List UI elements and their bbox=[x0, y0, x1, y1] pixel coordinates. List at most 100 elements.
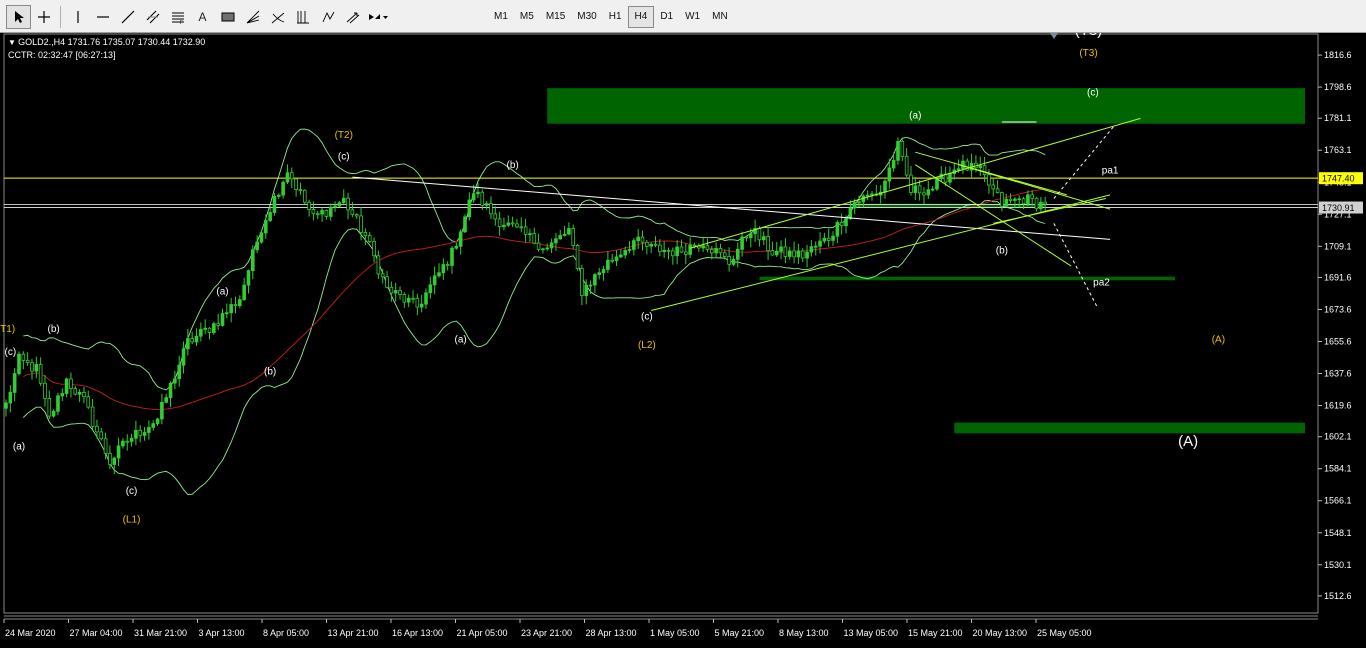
candle-body bbox=[8, 392, 13, 404]
crosshair-icon[interactable] bbox=[31, 5, 56, 29]
candle-body bbox=[831, 235, 835, 241]
candle-body bbox=[1008, 198, 1013, 201]
wave-label: (c) bbox=[338, 151, 350, 162]
candle-body bbox=[1013, 198, 1017, 201]
vertical-line-icon[interactable] bbox=[65, 5, 90, 29]
x-tick-label: 21 Apr 05:00 bbox=[457, 628, 508, 638]
arrow-lines-icon[interactable] bbox=[340, 5, 365, 29]
candle-body bbox=[346, 197, 350, 211]
timeframe-h4[interactable]: H4 bbox=[627, 5, 655, 28]
candle-body bbox=[545, 247, 550, 250]
fib-expansion-icon[interactable] bbox=[315, 5, 340, 29]
text-label-glyph: A bbox=[198, 9, 207, 24]
candle-body bbox=[865, 194, 870, 197]
candle-body bbox=[82, 391, 86, 398]
candle-body bbox=[311, 209, 316, 215]
candle-body bbox=[77, 391, 82, 395]
candle-body bbox=[506, 222, 511, 226]
wave-label: (b) bbox=[48, 324, 60, 335]
timeframe-w1[interactable]: W1 bbox=[679, 6, 706, 28]
candle-body bbox=[298, 189, 303, 191]
candle-body bbox=[415, 297, 420, 308]
fib-arc-icon[interactable] bbox=[265, 5, 290, 29]
candle-body bbox=[90, 406, 95, 427]
trendline bbox=[1053, 125, 1115, 199]
candle-body bbox=[848, 207, 853, 219]
candle-body bbox=[207, 327, 212, 333]
candle-body bbox=[194, 335, 199, 343]
y-tick-label: 1548.1 bbox=[1324, 528, 1352, 538]
candle-body bbox=[852, 202, 857, 209]
horizontal-line-icon[interactable] bbox=[90, 5, 115, 29]
candle-body bbox=[774, 250, 779, 256]
fibonacci-icon[interactable]: F bbox=[165, 5, 190, 29]
candle-body bbox=[549, 242, 554, 249]
candle-body bbox=[463, 216, 467, 233]
timeframe-m15[interactable]: M15 bbox=[540, 6, 571, 28]
wave-label: (b) bbox=[506, 160, 518, 171]
candle-body bbox=[12, 373, 17, 393]
candle-body bbox=[584, 284, 589, 296]
candle-body bbox=[121, 440, 125, 447]
text-label-icon[interactable]: A bbox=[190, 5, 215, 29]
candle-body bbox=[21, 353, 26, 361]
candle-body bbox=[69, 378, 73, 389]
candle-body bbox=[623, 249, 627, 256]
candle-body bbox=[484, 203, 489, 206]
price-chart[interactable]: (T1) (c) (b) (a) (c) (L1) (a) (b) (T2) (c) (a) (b) (… bbox=[0, 33, 1366, 648]
candle-body bbox=[709, 249, 714, 254]
fib-timezone-icon[interactable] bbox=[290, 5, 315, 29]
timeframe-m30[interactable]: M30 bbox=[571, 6, 602, 28]
candle-body bbox=[337, 202, 342, 207]
wave-label: (a) bbox=[909, 110, 921, 121]
candle-body bbox=[402, 294, 407, 303]
candle-body bbox=[571, 228, 576, 246]
candle-body bbox=[38, 364, 43, 384]
candle-body bbox=[883, 180, 887, 193]
candle-body bbox=[515, 223, 519, 228]
timeframe-m1[interactable]: M1 bbox=[488, 6, 514, 28]
rectangle-icon[interactable] bbox=[215, 5, 240, 29]
candle-body bbox=[1000, 192, 1004, 207]
candle-body bbox=[653, 243, 658, 246]
cursor-icon[interactable] bbox=[6, 4, 31, 29]
candle-body bbox=[718, 248, 723, 254]
candle-body bbox=[701, 245, 705, 249]
svg-text:F: F bbox=[180, 20, 183, 24]
y-tick-label: 1602.1 bbox=[1324, 432, 1352, 442]
candle-body bbox=[25, 359, 30, 364]
candle-body bbox=[671, 250, 675, 257]
x-tick-label: 5 May 21:00 bbox=[715, 628, 765, 638]
trendline-icon[interactable] bbox=[115, 5, 140, 29]
candle-body bbox=[281, 181, 285, 196]
chart-info: ▼ GOLD2.,H4 1731.76 1735.07 1730.44 1732… bbox=[8, 36, 205, 61]
x-tick-label: 28 Apr 13:00 bbox=[586, 628, 637, 638]
x-tick-label: 27 Mar 04:00 bbox=[70, 628, 123, 638]
x-tick-label: 13 Apr 21:00 bbox=[328, 628, 379, 638]
candle-body bbox=[731, 258, 736, 265]
trendline bbox=[1053, 223, 1098, 308]
candle-body bbox=[471, 193, 476, 201]
timeframe-m5[interactable]: M5 bbox=[514, 6, 540, 28]
candle-body bbox=[722, 252, 727, 257]
candle-body bbox=[86, 396, 91, 408]
timeframe-d1[interactable]: D1 bbox=[654, 6, 679, 28]
collapse-triangle-icon[interactable]: ▼ bbox=[8, 38, 18, 47]
candle-body bbox=[441, 264, 446, 274]
candle-body bbox=[610, 259, 614, 262]
candle-body bbox=[627, 249, 632, 251]
candle-body bbox=[649, 243, 653, 247]
candle-body bbox=[926, 189, 931, 196]
timeframe-h1[interactable]: H1 bbox=[603, 6, 628, 28]
candle-body bbox=[289, 172, 294, 180]
channel-icon[interactable] bbox=[140, 5, 165, 29]
candle-body bbox=[619, 254, 623, 258]
y-tick-label: 1637.6 bbox=[1324, 369, 1352, 379]
cctr-line: CCTR: 02:32:47 [06:27:13] bbox=[8, 50, 116, 60]
price-tag-label: 1747.40 bbox=[1322, 174, 1355, 184]
fib-fan-icon[interactable] bbox=[240, 5, 265, 29]
candle-body bbox=[761, 236, 766, 241]
arrow-menu-icon[interactable] bbox=[365, 5, 390, 29]
candle-body bbox=[34, 364, 39, 372]
timeframe-mn[interactable]: MN bbox=[706, 6, 734, 28]
